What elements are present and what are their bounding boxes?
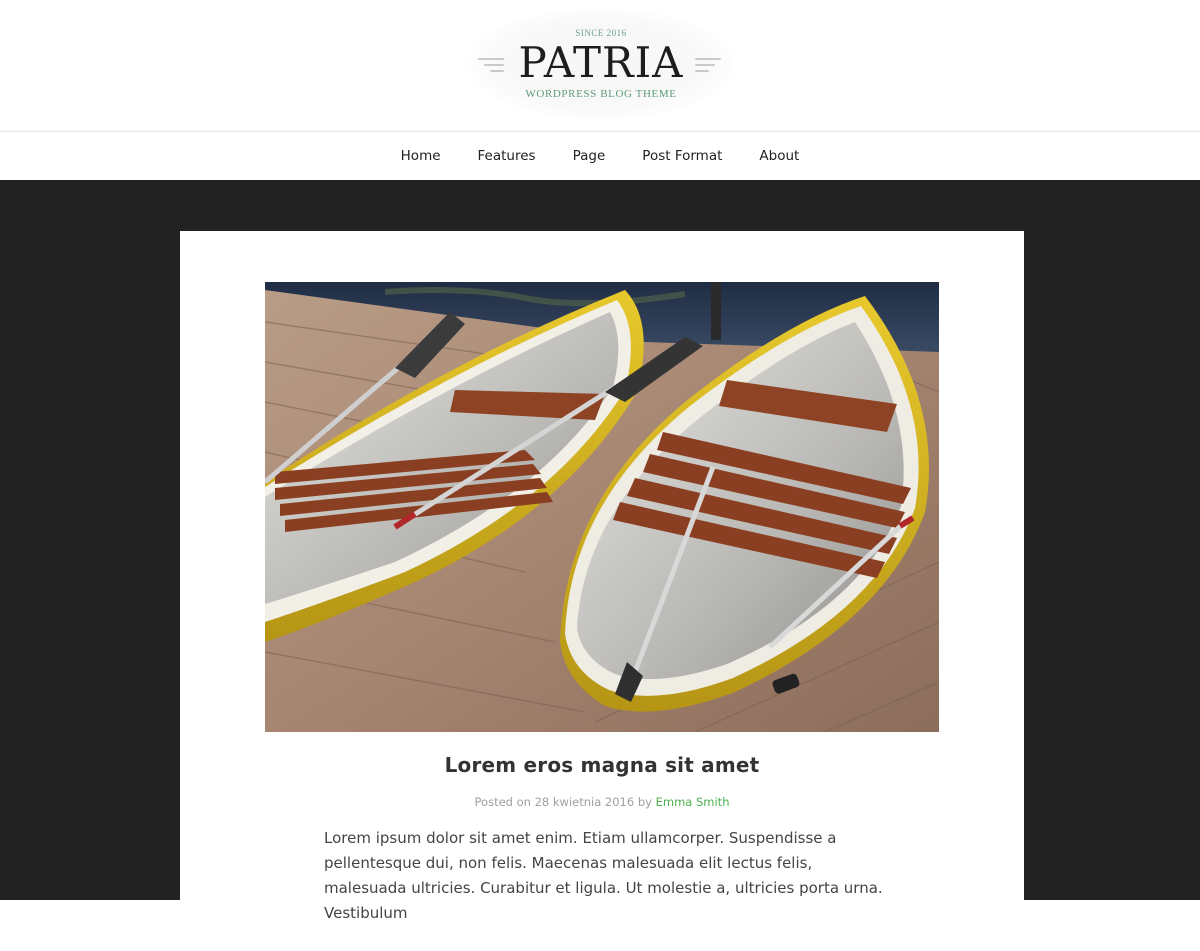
nav-item-post-format[interactable]: Post Format	[624, 132, 741, 180]
post-meta: Posted on 28 kwietnia 2016 by Emma Smith	[180, 795, 1024, 809]
logo-since-text: SINCE 2016	[575, 28, 627, 38]
logo-decoration-right	[695, 58, 723, 74]
nav-item-about[interactable]: About	[741, 132, 818, 180]
by-label: by	[637, 795, 652, 809]
content-background: Lorem eros magna sit amet Posted on 28 k…	[0, 180, 1200, 951]
nav-item-page[interactable]: Page	[554, 132, 624, 180]
posted-on-label: Posted on	[474, 795, 531, 809]
logo-tagline: WORDPRESS BLOG THEME	[525, 88, 677, 100]
post-excerpt: Lorem ipsum dolor sit amet enim. Etiam u…	[324, 829, 883, 922]
nav-item-features[interactable]: Features	[459, 132, 554, 180]
featured-image[interactable]	[265, 282, 939, 732]
post-date[interactable]: 28 kwietnia 2016	[535, 795, 635, 809]
main-navigation: Home Features Page Post Format About	[0, 131, 1200, 180]
site-logo[interactable]: SINCE 2016 PATRIA WORDPRESS BLOG THEME	[468, 8, 734, 120]
nav-item-home[interactable]: Home	[382, 132, 459, 180]
post-card: Lorem eros magna sit amet Posted on 28 k…	[180, 231, 1024, 951]
site-header: SINCE 2016 PATRIA WORDPRESS BLOG THEME	[0, 0, 1200, 131]
dock-post	[711, 282, 721, 340]
post-author-link[interactable]: Emma Smith	[656, 795, 730, 809]
post-title[interactable]: Lorem eros magna sit amet	[180, 753, 1024, 777]
